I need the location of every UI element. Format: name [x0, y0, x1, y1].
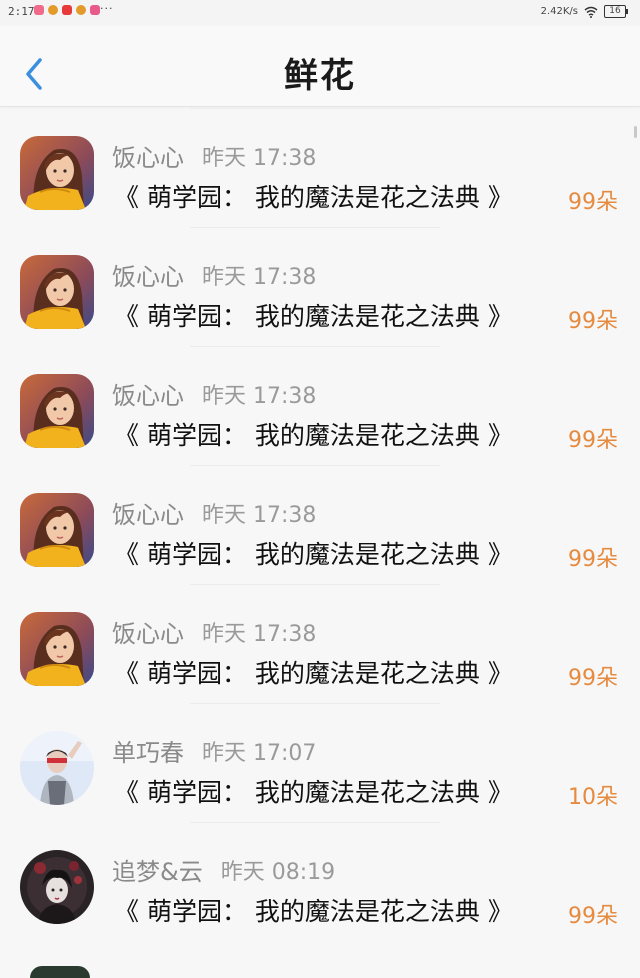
book-title[interactable]: 《 萌学园： 我的魔法是花之法典 》 — [114, 178, 513, 214]
timestamp: 昨天 17:38 — [202, 622, 317, 647]
list-item[interactable]: 饭心心 昨天 17:38 《 萌学园： 我的魔法是花之法典 》 99朵 — [0, 584, 640, 703]
flower-list: 饭心心 昨天 17:38 《 萌学园： 我的魔法是花之法典 》 99朵 饭心心 … — [0, 108, 640, 941]
status-bar: 2:17 ··· 2.42K/s 16 — [0, 0, 640, 26]
avatar[interactable] — [20, 612, 94, 686]
book-title[interactable]: 《 萌学园： 我的魔法是花之法典 》 — [114, 892, 513, 928]
book-title[interactable]: 《 萌学园： 我的魔法是花之法典 》 — [114, 416, 513, 452]
timestamp: 昨天 17:07 — [202, 741, 317, 766]
flower-count: 99朵 — [568, 190, 618, 215]
user-name[interactable]: 饭心心 — [112, 257, 184, 292]
divider — [190, 584, 440, 585]
scrollbar[interactable] — [634, 126, 637, 138]
timestamp: 昨天 08:19 — [220, 860, 336, 885]
header: 鲜花 — [0, 26, 640, 107]
user-name[interactable]: 饭心心 — [112, 495, 184, 530]
divider — [190, 465, 440, 466]
flower-count: 99朵 — [568, 309, 618, 334]
list-item[interactable]: 单巧春 昨天 17:07 《 萌学园： 我的魔法是花之法典 》 10朵 — [0, 703, 640, 822]
timestamp: 昨天 17:38 — [202, 146, 317, 171]
app-notification-icon — [34, 5, 44, 15]
avatar[interactable] — [20, 136, 94, 210]
flower-count: 99朵 — [568, 666, 618, 691]
app-notification-icon — [48, 5, 58, 15]
notification-icons — [34, 5, 100, 15]
divider — [190, 703, 440, 704]
flower-count: 99朵 — [568, 547, 618, 572]
user-name[interactable]: 饭心心 — [112, 376, 184, 411]
app-notification-icon — [90, 5, 100, 15]
user-name[interactable]: 单巧春 — [112, 733, 184, 768]
book-title[interactable]: 《 萌学园： 我的魔法是花之法典 》 — [114, 535, 513, 571]
avatar[interactable] — [20, 493, 94, 567]
avatar[interactable] — [20, 374, 94, 448]
flower-count: 10朵 — [568, 785, 618, 810]
divider — [190, 227, 440, 228]
book-title[interactable]: 《 萌学园： 我的魔法是花之法典 》 — [114, 773, 513, 809]
avatar[interactable] — [20, 255, 94, 329]
list-item[interactable]: 饭心心 昨天 17:38 《 萌学园： 我的魔法是花之法典 》 99朵 — [0, 346, 640, 465]
avatar[interactable] — [20, 850, 94, 924]
avatar[interactable] — [30, 966, 90, 978]
flower-count: 99朵 — [568, 904, 618, 929]
avatar[interactable] — [20, 731, 94, 805]
battery-icon: 16 — [604, 5, 628, 18]
timestamp: 昨天 17:38 — [202, 265, 317, 290]
divider — [190, 822, 440, 823]
timestamp: 昨天 17:38 — [202, 384, 317, 409]
user-name[interactable]: 饭心心 — [112, 614, 184, 649]
book-title[interactable]: 《 萌学园： 我的魔法是花之法典 》 — [114, 654, 513, 690]
list-item[interactable]: 饭心心 昨天 17:38 《 萌学园： 我的魔法是花之法典 》 99朵 — [0, 227, 640, 346]
divider — [190, 346, 440, 347]
status-time: 2:17 — [8, 5, 35, 18]
wifi-icon — [584, 6, 598, 18]
flower-count: 99朵 — [568, 428, 618, 453]
page-title: 鲜花 — [284, 56, 356, 96]
user-name[interactable]: 饭心心 — [112, 138, 184, 173]
network-speed: 2.42K/s — [540, 6, 578, 17]
more-notifications-icon: ··· — [100, 2, 114, 15]
app-notification-icon — [62, 5, 72, 15]
list-item[interactable]: 饭心心 昨天 17:38 《 萌学园： 我的魔法是花之法典 》 99朵 — [0, 465, 640, 584]
app-notification-icon — [76, 5, 86, 15]
list-item[interactable]: 追梦&云 昨天 08:19 《 萌学园： 我的魔法是花之法典 》 99朵 — [0, 822, 640, 941]
divider — [190, 108, 440, 109]
user-name[interactable]: 追梦&云 — [112, 852, 203, 887]
timestamp: 昨天 17:38 — [202, 503, 317, 528]
list-item[interactable]: 饭心心 昨天 17:38 《 萌学园： 我的魔法是花之法典 》 99朵 — [0, 108, 640, 227]
book-title[interactable]: 《 萌学园： 我的魔法是花之法典 》 — [114, 297, 513, 333]
